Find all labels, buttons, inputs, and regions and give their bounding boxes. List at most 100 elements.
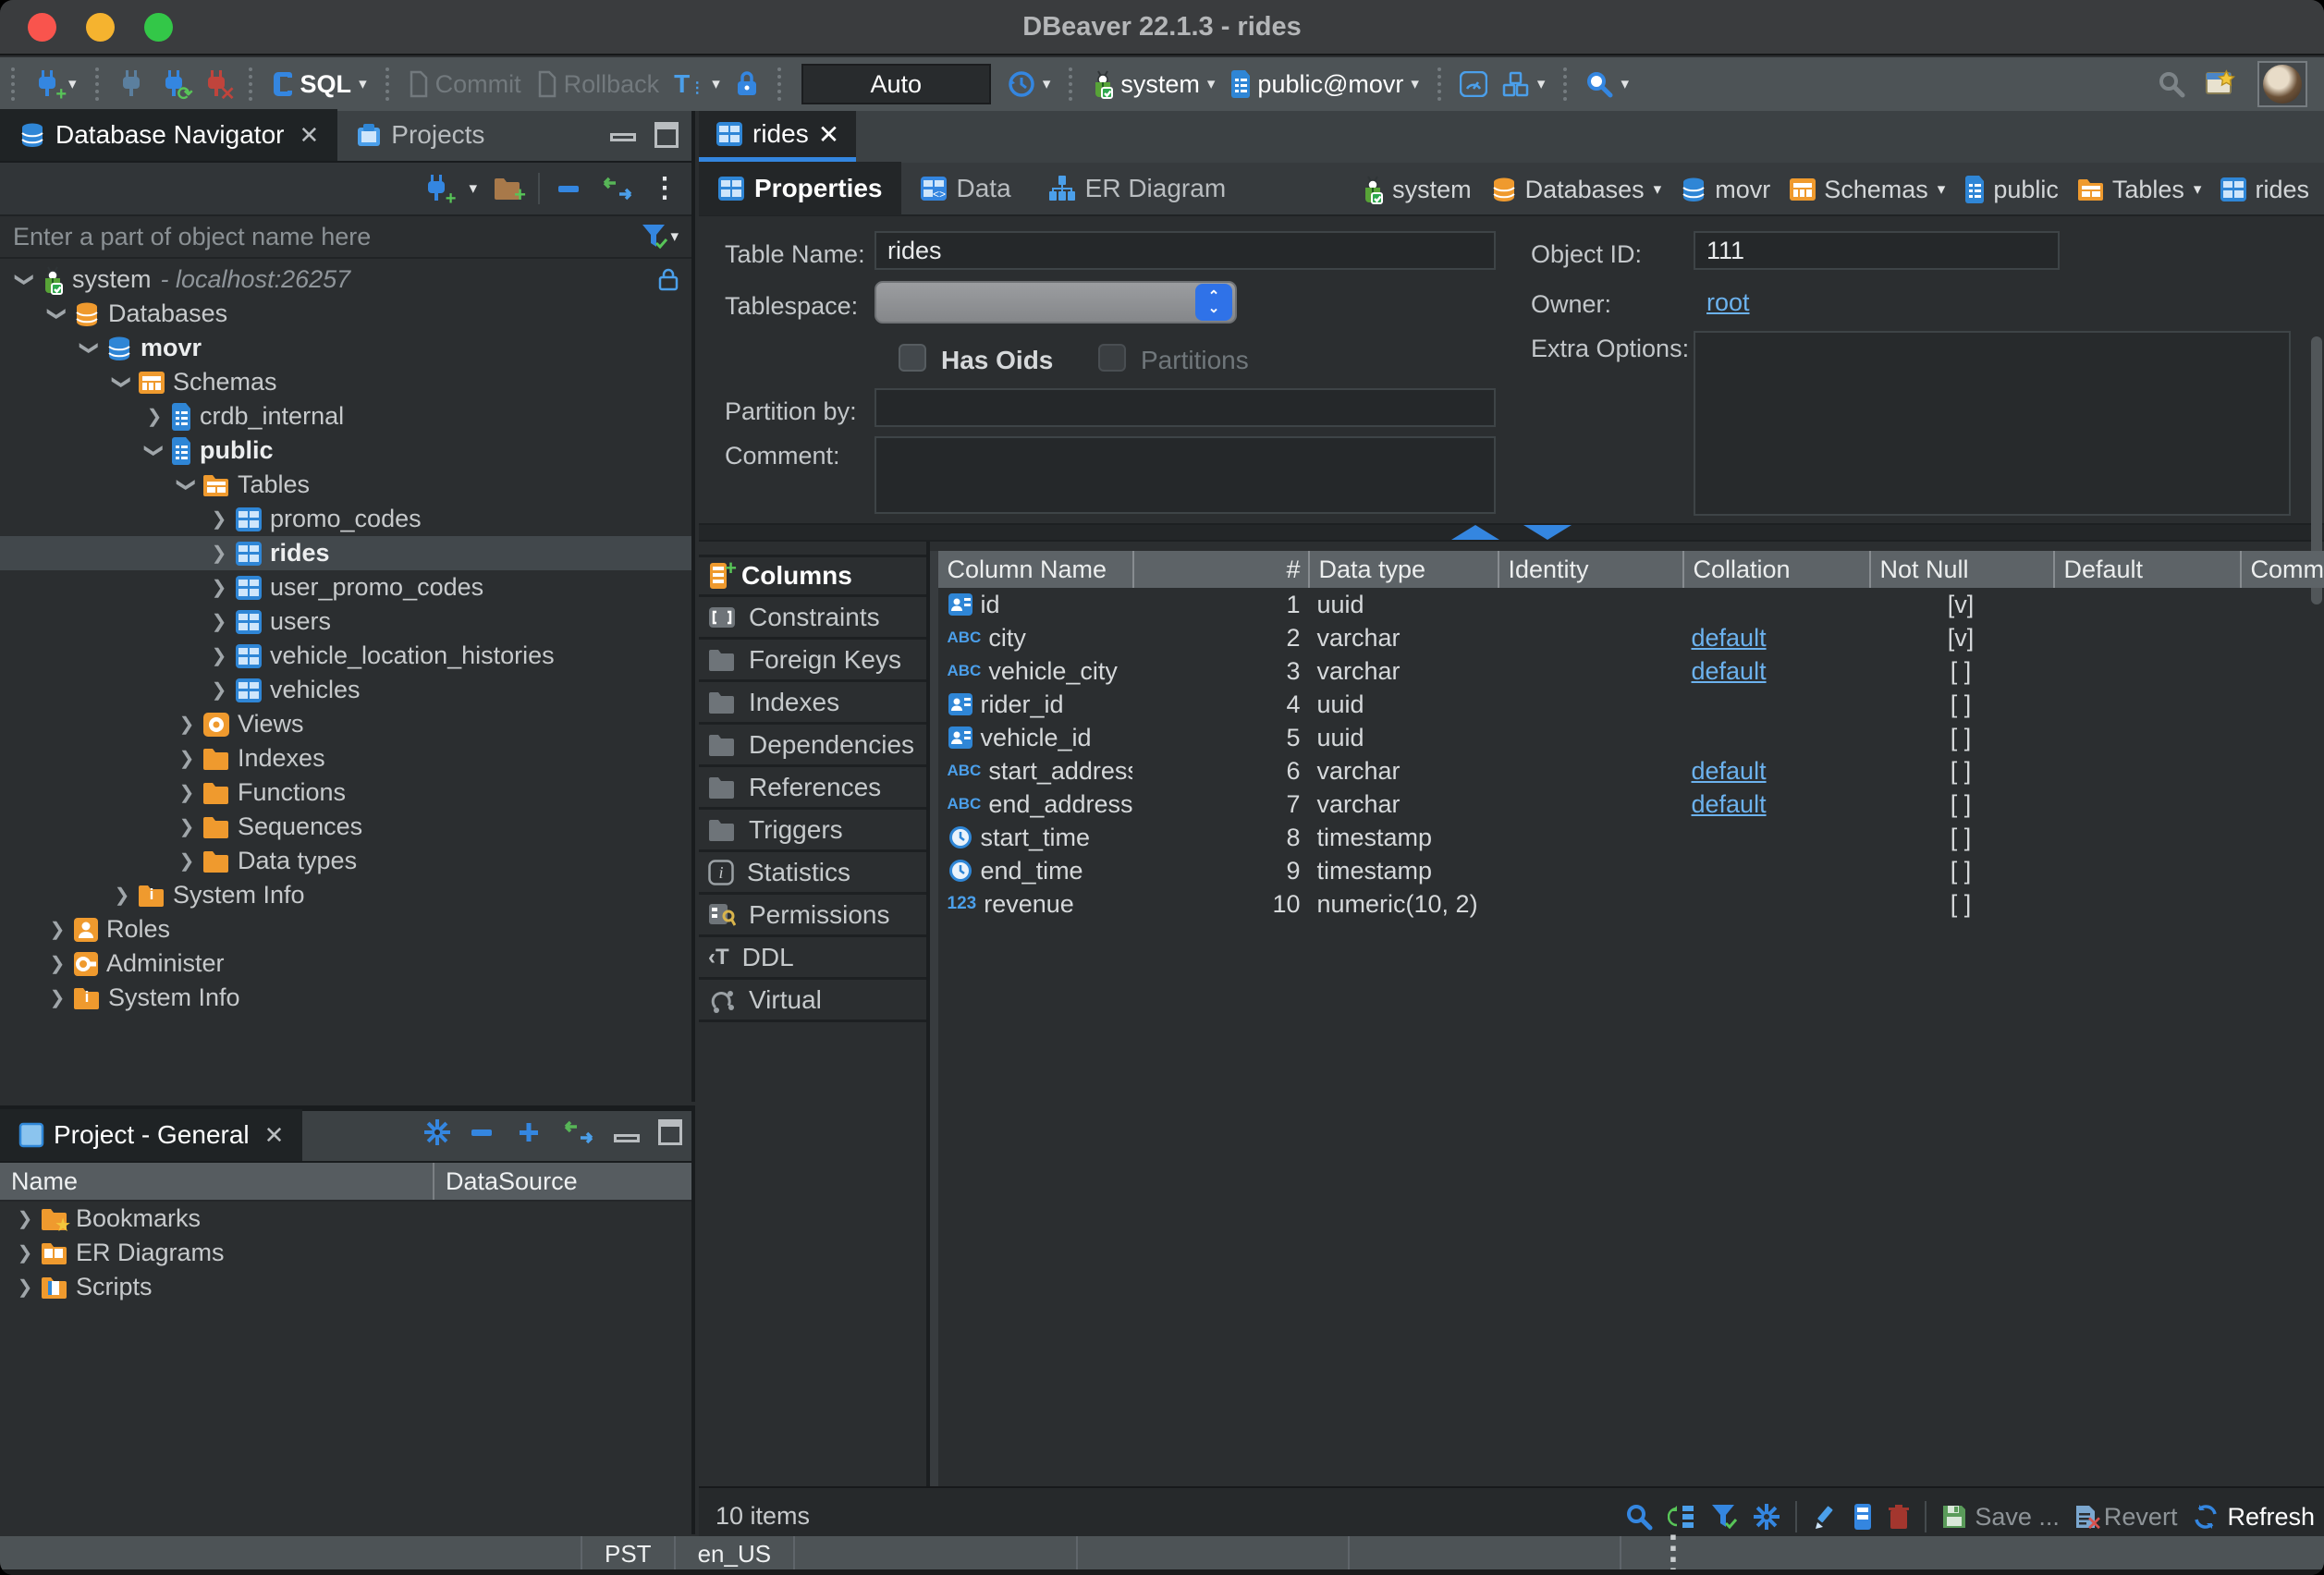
maximize-panel-icon[interactable] (658, 1119, 682, 1145)
cell-default[interactable] (2053, 854, 2240, 887)
cell-default[interactable] (2053, 688, 2240, 721)
object-filter-input[interactable]: Enter a part of object name here (13, 223, 641, 251)
section-tab-permissions[interactable]: Permissions (699, 895, 926, 937)
cell-column-name[interactable]: ABCvehicle_city (938, 654, 1132, 688)
chevron-collapsed-icon[interactable]: ❯ (9, 1276, 41, 1299)
link-with-editor-icon[interactable] (601, 176, 634, 201)
chevron-collapsed-icon[interactable]: ❯ (171, 849, 202, 873)
column-header-name[interactable]: Name (0, 1163, 434, 1200)
grid-column-header-column-name[interactable]: Column Name (938, 551, 1132, 588)
tree-item-data-types[interactable]: ❯Data types (0, 844, 691, 878)
splitter-sash[interactable] (699, 525, 2324, 542)
active-database-select[interactable]: public@movr▾ (1222, 70, 1426, 99)
delete-row-icon[interactable] (1888, 1504, 1910, 1530)
minimize-panel-icon[interactable] (610, 133, 636, 141)
connect-button[interactable] (110, 68, 153, 100)
cell-ordinal[interactable]: 6 (1132, 754, 1308, 788)
grid-row-revenue[interactable]: 123revenue10numeric(10, 2)[ ] (938, 887, 2324, 921)
save--button[interactable]: Save ... (1941, 1503, 2060, 1532)
cell-identity[interactable] (1498, 887, 1682, 921)
tree-item-public[interactable]: ❯public (0, 433, 691, 468)
section-tab-virtual[interactable]: Virtual (699, 980, 926, 1022)
grid-column-header-data-type[interactable]: Data type (1308, 551, 1498, 588)
chevron-collapsed-icon[interactable]: ❯ (203, 644, 235, 667)
chevron-collapsed-icon[interactable]: ❯ (106, 884, 138, 907)
tree-item-user-promo-codes[interactable]: ❯user_promo_codes (0, 570, 691, 604)
statusbar-pst[interactable]: PST (582, 1536, 676, 1571)
column-header-datasource[interactable]: DataSource (434, 1163, 691, 1200)
cell-comment[interactable] (2240, 854, 2324, 887)
maximize-panel-icon[interactable] (654, 122, 679, 148)
section-tab-indexes[interactable]: Indexes (699, 682, 926, 725)
cell-ordinal[interactable]: 4 (1132, 688, 1308, 721)
cell-identity[interactable] (1498, 721, 1682, 754)
tree-item-users[interactable]: ❯users (0, 604, 691, 639)
cell-ordinal[interactable]: 1 (1132, 588, 1308, 621)
grid-search-icon[interactable] (1625, 1503, 1653, 1531)
cell-not-null[interactable]: [ ] (1869, 654, 2053, 688)
cell-default[interactable] (2053, 654, 2240, 688)
cell-data-type[interactable]: uuid (1308, 588, 1498, 621)
cell-comment[interactable] (2240, 654, 2324, 688)
close-icon[interactable]: ✕ (299, 121, 319, 150)
section-tab-foreign-keys[interactable]: Foreign Keys (699, 640, 926, 682)
cell-column-name[interactable]: ABCcity (938, 621, 1132, 654)
extra-options-box[interactable] (1694, 331, 2291, 516)
cell-ordinal[interactable]: 7 (1132, 788, 1308, 821)
transaction-mode-button[interactable]: T⋮▾ (667, 69, 728, 99)
cell-comment[interactable] (2240, 688, 2324, 721)
dbeaver-avatar[interactable] (2257, 61, 2307, 107)
partition-by-input[interactable] (875, 388, 1496, 427)
cell-not-null[interactable]: [ ] (1869, 854, 2053, 887)
grid-row-city[interactable]: ABCcity2varchardefault[v] (938, 621, 2324, 654)
cell-not-null[interactable]: [v] (1869, 588, 2053, 621)
cell-identity[interactable] (1498, 688, 1682, 721)
cell-column-name[interactable]: rider_id (938, 688, 1132, 721)
grid-column-header-not-null[interactable]: Not Null (1869, 551, 2053, 588)
cell-comment[interactable] (2240, 788, 2324, 821)
chevron-collapsed-icon[interactable]: ❯ (171, 815, 202, 838)
grid-row-start_time[interactable]: start_time8timestamp[ ] (938, 821, 2324, 854)
cell-ordinal[interactable]: 5 (1132, 721, 1308, 754)
collation-link[interactable]: default (1692, 790, 1767, 819)
grid-column-header--[interactable]: # (1132, 551, 1308, 588)
cell-column-name[interactable]: end_time (938, 854, 1132, 887)
cell-column-name[interactable]: ABCstart_address (938, 754, 1132, 788)
object-id-input[interactable]: 111 (1694, 231, 2060, 270)
subtab-properties[interactable]: Properties (699, 162, 901, 215)
cell-data-type[interactable]: uuid (1308, 688, 1498, 721)
grid-row-end_address[interactable]: ABCend_address7varchardefault[ ] (938, 788, 2324, 821)
collation-link[interactable]: default (1692, 624, 1767, 653)
gear-icon[interactable] (423, 1118, 451, 1146)
cell-identity[interactable] (1498, 754, 1682, 788)
cell-collation[interactable] (1682, 721, 1869, 754)
cell-not-null[interactable]: [v] (1869, 621, 2053, 654)
chevron-collapsed-icon[interactable]: ❯ (171, 713, 202, 736)
cell-data-type[interactable]: varchar (1308, 754, 1498, 788)
chevron-expanded-icon[interactable]: ❯ (111, 367, 134, 398)
cell-identity[interactable] (1498, 654, 1682, 688)
cell-default[interactable] (2053, 788, 2240, 821)
tree-item-tables[interactable]: ❯Tables (0, 468, 691, 502)
tree-item-movr[interactable]: ❯movr (0, 331, 691, 365)
cell-data-type[interactable]: varchar (1308, 654, 1498, 688)
grid-column-header-comm[interactable]: Comm (2240, 551, 2324, 588)
section-tab-columns[interactable]: +Columns (699, 555, 926, 597)
grid-row-end_time[interactable]: end_time9timestamp[ ] (938, 854, 2324, 887)
tree-item-vehicle-location-histories[interactable]: ❯vehicle_location_histories (0, 639, 691, 673)
section-tab-references[interactable]: References (699, 767, 926, 810)
auto-commit-select[interactable]: Auto (801, 64, 991, 104)
tree-item-promo-codes[interactable]: ❯promo_codes (0, 502, 691, 536)
collapse-down-icon[interactable] (1523, 525, 1572, 540)
cell-identity[interactable] (1498, 854, 1682, 887)
cell-column-name[interactable]: 123revenue (938, 887, 1132, 921)
chevron-collapsed-icon[interactable]: ❯ (171, 781, 202, 804)
close-icon[interactable]: ✕ (264, 1121, 285, 1150)
tree-item-databases[interactable]: ❯Databases (0, 297, 691, 331)
cell-collation[interactable] (1682, 821, 1869, 854)
revert-button[interactable]: ✕Revert (2074, 1503, 2178, 1532)
chevron-collapsed-icon[interactable]: ❯ (203, 507, 235, 531)
commit-button[interactable]: Commit (400, 70, 529, 99)
cell-collation[interactable] (1682, 854, 1869, 887)
link-with-editor-icon[interactable] (562, 1119, 595, 1145)
